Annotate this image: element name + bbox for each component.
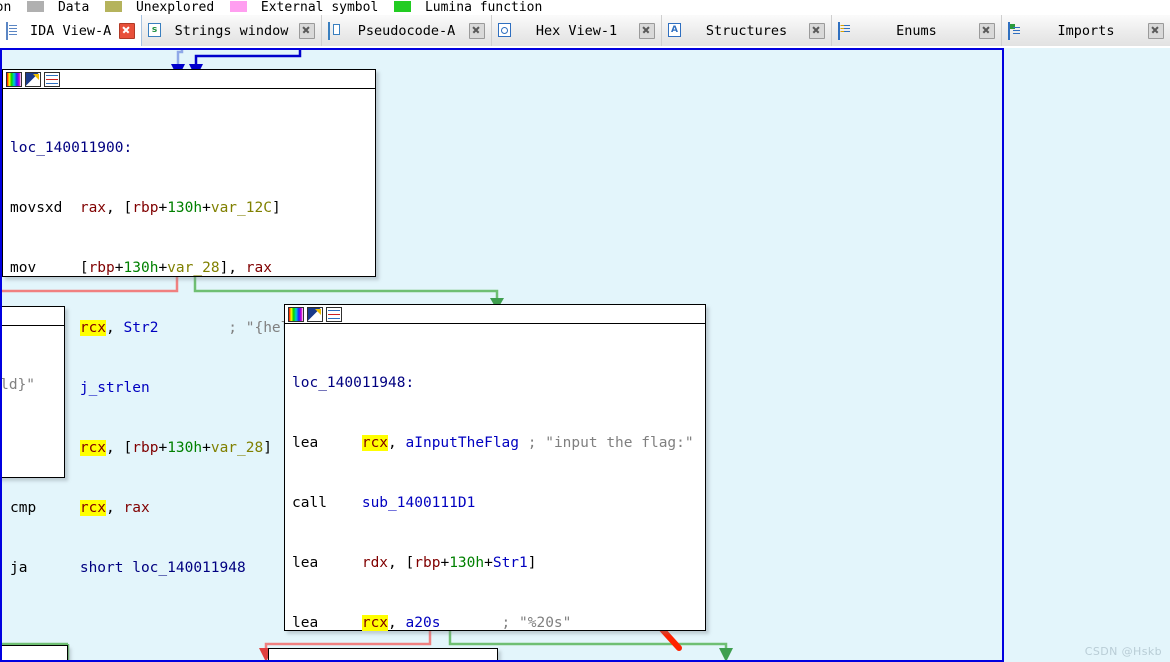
tab-structures[interactable]: A Structures xyxy=(662,15,832,46)
disasm-line: lea rdx, [rbp+130h+Str1] xyxy=(292,555,537,571)
document-icon xyxy=(6,22,21,40)
legend-label: Data xyxy=(57,0,90,15)
color-palette-icon[interactable] xyxy=(6,71,22,87)
legend-swatch-lumina xyxy=(394,1,412,12)
legend-item: Unexplored xyxy=(105,0,214,15)
disasm-line: loc_140011900: xyxy=(10,140,133,156)
tab-label: Enums xyxy=(896,22,937,39)
disasm-line: lea rcx, aInputTheFlag ; "input the flag… xyxy=(292,435,694,451)
tab-label: Hex View-1 xyxy=(535,22,618,39)
selection-rect-top-edge xyxy=(0,48,1004,50)
tab-enums[interactable]: Enums xyxy=(832,15,1002,46)
navigator-legend: tion Data Unexplored External symbol Lum… xyxy=(0,0,1170,15)
graph-node-stub-bottom-center[interactable] xyxy=(268,648,498,662)
disasm-line: loc_140011948: xyxy=(292,375,415,391)
tab-label: Strings window xyxy=(174,22,289,39)
strings-icon: s xyxy=(148,23,163,38)
tab-close-icon[interactable] xyxy=(809,22,825,39)
legend-swatch-data xyxy=(27,1,45,12)
watermark: CSDN @Hskb xyxy=(1084,645,1162,658)
tab-close-icon[interactable] xyxy=(469,22,485,39)
tab-pseudocode-a[interactable]: Pseudocode-A xyxy=(322,15,492,46)
tab-label: Imports xyxy=(1057,22,1115,39)
node-titlebar[interactable] xyxy=(3,70,375,89)
imports-icon xyxy=(1008,22,1023,40)
node-titlebar[interactable] xyxy=(285,305,705,324)
color-palette-icon[interactable] xyxy=(288,306,304,322)
disasm-line: lea rcx, a20s ; "%20s" xyxy=(292,615,572,631)
disasm-line: movsxd rax, [rbp+130h+var_12C] xyxy=(10,200,281,216)
tab-label: Structures xyxy=(705,22,788,39)
edit-pencil-icon[interactable] xyxy=(25,71,41,87)
disasm-line: mov [rbp+130h+var_28], rax xyxy=(10,260,272,276)
tab-close-icon[interactable] xyxy=(119,22,136,39)
graph-node-loc-140011948[interactable]: loc_140011948: lea rcx, aInputTheFlag ; … xyxy=(284,304,706,631)
graph-overview-icon[interactable] xyxy=(326,306,342,322)
hex-view-icon xyxy=(498,23,513,38)
tab-ida-view-a[interactable]: IDA View-A xyxy=(0,15,142,46)
disassembly-graph-canvas[interactable]: loc_140011900: movsxd rax, [rbp+130h+var… xyxy=(0,48,1170,662)
legend-item: Lumina function xyxy=(394,0,542,15)
tab-bar: IDA View-A s Strings window Pseudocode-A… xyxy=(0,15,1170,46)
node-disassembly-body: world}" xyxy=(0,326,64,439)
legend-swatch-unexplored xyxy=(105,1,123,12)
structures-icon: A xyxy=(668,23,683,38)
legend-item: Data xyxy=(27,0,89,15)
disasm-line: world}" xyxy=(0,377,36,393)
node-disassembly-body: loc_140011948: lea rcx, aInputTheFlag ; … xyxy=(285,324,705,662)
legend-label: Unexplored xyxy=(135,0,215,15)
node-titlebar[interactable] xyxy=(0,307,64,326)
enums-icon xyxy=(838,22,853,40)
tab-close-icon[interactable] xyxy=(299,22,315,39)
tab-close-icon[interactable] xyxy=(979,22,995,39)
ida-pro-window: tion Data Unexplored External symbol Lum… xyxy=(0,0,1170,662)
legend-swatch-external-symbol xyxy=(230,1,248,12)
pseudocode-icon xyxy=(328,22,343,40)
graph-node-clipped-left[interactable]: world}" xyxy=(0,306,65,478)
legend-label: tion xyxy=(0,0,12,15)
tab-strings-window[interactable]: s Strings window xyxy=(142,15,322,46)
tab-close-icon[interactable] xyxy=(1148,22,1164,39)
legend-item: External symbol xyxy=(230,0,378,15)
tab-close-icon[interactable] xyxy=(639,22,655,39)
tab-label: Pseudocode-A xyxy=(357,22,456,39)
legend-label: External symbol xyxy=(260,0,379,15)
disasm-line: call sub_1400111D1 xyxy=(292,495,476,511)
graph-node-loc-140011900[interactable]: loc_140011900: movsxd rax, [rbp+130h+var… xyxy=(2,69,377,576)
tab-hex-view-1[interactable]: Hex View-1 xyxy=(492,15,662,46)
tab-label: IDA View-A xyxy=(30,22,112,39)
tab-imports[interactable]: Imports xyxy=(1002,15,1170,46)
legend-label: Lumina function xyxy=(424,0,543,15)
edit-pencil-icon[interactable] xyxy=(307,306,323,322)
legend-item: tion xyxy=(0,0,11,15)
graph-node-stub-bottom-left[interactable] xyxy=(0,645,68,662)
graph-overview-icon[interactable] xyxy=(44,71,60,87)
